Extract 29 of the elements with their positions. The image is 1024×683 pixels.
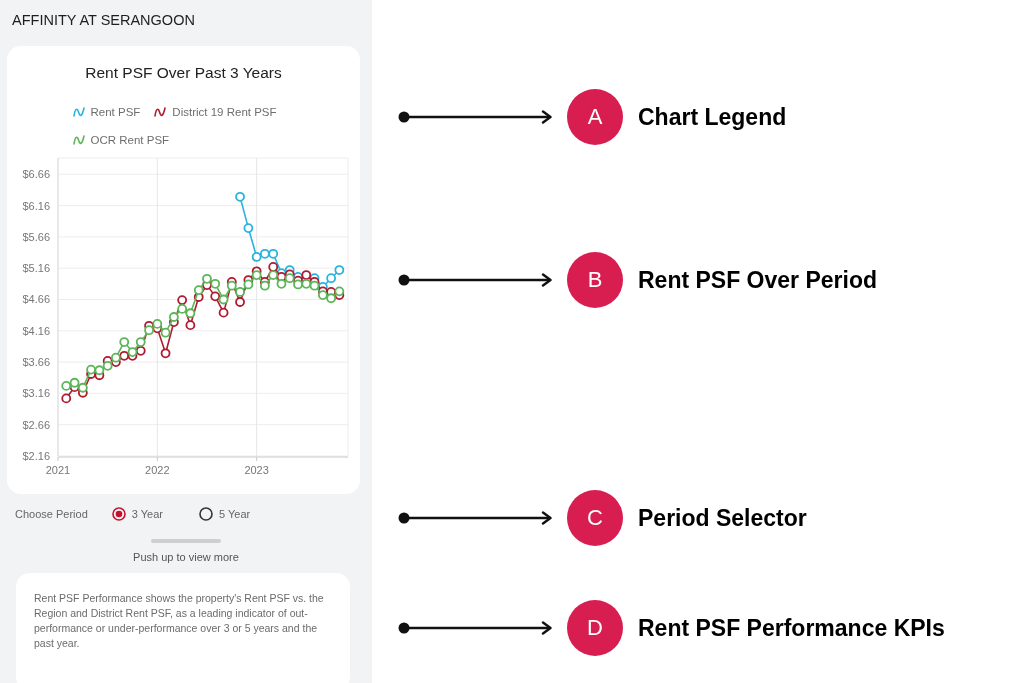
axis-label: $6.16 — [22, 199, 50, 212]
axis-label: $4.66 — [22, 293, 50, 306]
axis-label: 2023 — [244, 464, 269, 476]
axis-label: $4.16 — [22, 324, 50, 337]
callout-marker: C — [567, 490, 623, 546]
axis-label: $2.66 — [22, 418, 50, 431]
axis-label: $3.66 — [22, 356, 50, 369]
axis-label: 2022 — [145, 464, 170, 476]
hint-text: Push up to view more — [133, 550, 239, 564]
callout-marker: D — [567, 600, 623, 656]
property-title: AFFINITY AT SERANGOON — [11, 11, 196, 29]
axis-label: $5.16 — [22, 262, 50, 275]
axis-label: $6.66 — [22, 168, 50, 181]
callout-marker: A — [567, 89, 623, 145]
callout-label: Rent PSF Performance KPIs — [638, 614, 945, 642]
legend-label: OCR Rent PSF — [90, 134, 170, 146]
chart-title: Rent PSF Over Past 3 Years — [85, 64, 282, 82]
legend-label: Rent PSF — [90, 106, 141, 118]
period-label: Choose Period — [15, 508, 88, 520]
axis-label: 2021 — [45, 464, 71, 476]
legend-label: District 19 Rent PSF — [172, 106, 277, 118]
callout-label: Period Selector — [638, 504, 807, 532]
axis-label: $2.16 — [22, 450, 50, 462]
axis-label: $5.66 — [22, 230, 50, 243]
callout-marker: B — [567, 252, 623, 308]
axis-label: $3.16 — [22, 387, 50, 400]
callout-label: Rent PSF Over Period — [638, 266, 877, 294]
description-text: Rent PSF Performance shows the property's Rent PSF vs. the Region and District Rent PSF, as a leading indicator of out-performance or under-performance over 3 or 5 years and the past year. — [34, 591, 325, 651]
callout-label: Chart Legend — [638, 103, 787, 131]
